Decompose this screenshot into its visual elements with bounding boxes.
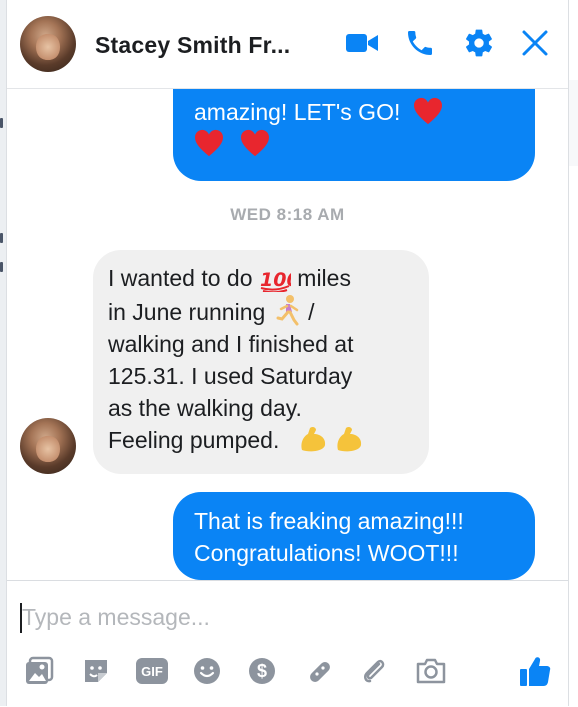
edge-marker	[0, 262, 3, 272]
flexed-biceps-emoji-icon	[301, 426, 325, 452]
outgoing-message-bubble[interactable]: That is freaking amazing!!! Congratulati…	[173, 492, 535, 580]
message-text: in June running /	[108, 294, 429, 328]
heart-emoji-icon	[413, 97, 442, 125]
edge-marker	[0, 233, 3, 243]
chat-header: Stacey Smith Fr...	[7, 0, 568, 89]
message-timestamp: WED 8:18 AM	[230, 205, 345, 224]
voice-call-button[interactable]	[401, 24, 439, 62]
contact-avatar-small[interactable]	[20, 418, 76, 474]
gear-icon	[466, 29, 492, 57]
camera-icon	[416, 658, 446, 684]
sticker-icon	[85, 660, 107, 682]
message-text: amazing! LET's GO!	[194, 96, 535, 128]
photo-button[interactable]	[21, 653, 57, 689]
chat-window: Stacey Smith Fr... love this! You	[6, 0, 569, 707]
gif-button[interactable]: GIF	[134, 653, 170, 689]
close-icon	[522, 30, 548, 56]
camera-button[interactable]	[413, 653, 449, 689]
emoji-button[interactable]	[189, 653, 225, 689]
close-button[interactable]	[516, 24, 554, 62]
phone-icon	[408, 31, 432, 55]
emoji-icon	[194, 658, 220, 684]
message-text: That is freaking amazing!!!	[194, 508, 464, 534]
video-call-button[interactable]	[343, 24, 381, 62]
woman-running-emoji-icon	[276, 295, 299, 326]
contact-name[interactable]: Stacey Smith Fr...	[95, 32, 290, 59]
game-button[interactable]	[302, 653, 338, 689]
message-text: Feeling pumped.	[108, 424, 429, 456]
svg-text:GIF: GIF	[141, 664, 163, 679]
video-camera-icon	[346, 34, 378, 52]
message-text: walking and I finished at	[108, 331, 354, 357]
attachment-icon	[364, 659, 385, 683]
heart-emoji-icon	[241, 129, 270, 157]
payment-icon: $	[249, 658, 275, 684]
svg-text:$: $	[257, 661, 267, 681]
payment-button[interactable]: $	[244, 653, 280, 689]
message-composer: GIF $	[7, 580, 568, 707]
outgoing-message-bubble[interactable]: love this! You are amazing! LET's GO!	[173, 88, 535, 181]
edge-marker	[0, 118, 3, 128]
message-text: I wanted to do 100 miles	[108, 265, 351, 292]
incoming-message-bubble[interactable]: I wanted to do 100 miles in June running…	[93, 250, 429, 474]
message-text	[188, 128, 535, 160]
message-text: Congratulations! WOOT!!!	[194, 540, 459, 566]
sticker-button[interactable]	[78, 653, 114, 689]
attachment-button[interactable]	[356, 653, 392, 689]
gif-icon: GIF	[136, 658, 168, 684]
game-icon	[310, 662, 330, 682]
message-list[interactable]: love this! You are amazing! LET's GO! WE…	[7, 88, 568, 580]
message-text: love this! You are	[194, 88, 535, 96]
message-input[interactable]	[22, 599, 542, 635]
thumbs-up-icon	[520, 657, 551, 686]
heart-emoji-icon	[195, 129, 223, 157]
hundred-points-emoji-icon: 100	[260, 269, 291, 292]
settings-button[interactable]	[460, 24, 498, 62]
like-button[interactable]	[517, 653, 553, 689]
message-text: 125.31. I used Saturday	[108, 363, 353, 389]
photo-icon	[26, 656, 54, 684]
message-text: as the walking day.	[108, 395, 302, 421]
contact-avatar[interactable]	[20, 16, 76, 72]
flexed-biceps-emoji-icon	[337, 426, 362, 452]
